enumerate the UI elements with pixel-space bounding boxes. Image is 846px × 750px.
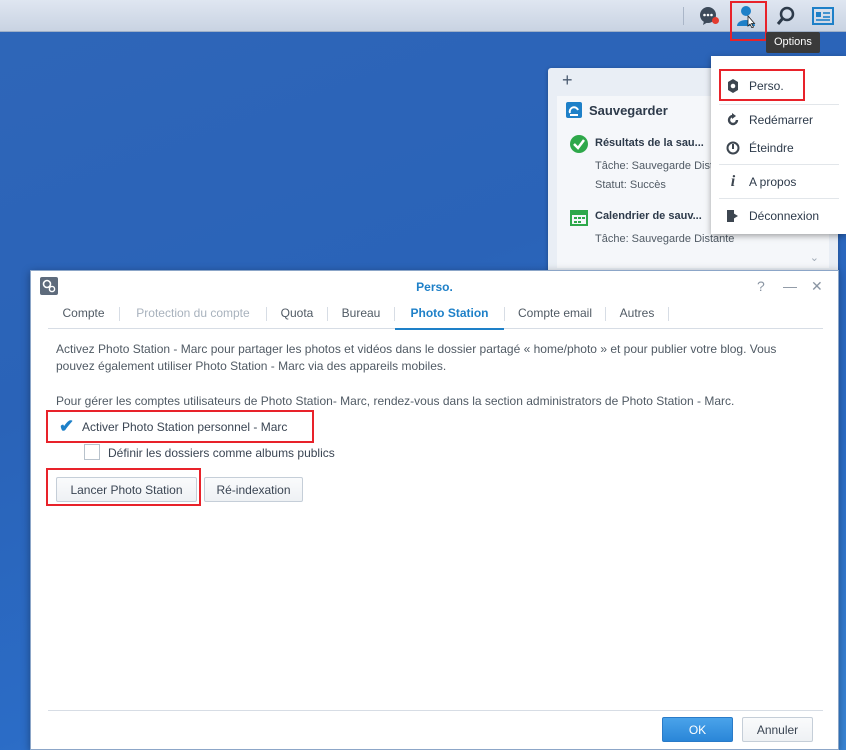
- widgets-icon[interactable]: [811, 4, 835, 28]
- options-tooltip: Options: [766, 32, 820, 53]
- logout-icon: [725, 208, 741, 224]
- public-albums-label[interactable]: Définir les dossiers comme albums public…: [108, 446, 335, 460]
- tab-protection-du-compte: Protection du compte: [136, 306, 250, 320]
- power-icon: [725, 140, 741, 156]
- menu-item-restart[interactable]: Redémarrer: [711, 107, 846, 133]
- menu-item-label: A propos: [749, 175, 797, 189]
- backup-calendar-title: Calendrier de sauv...: [595, 210, 702, 222]
- info-icon: i: [730, 173, 736, 190]
- search-icon[interactable]: [774, 4, 798, 28]
- add-widget-button[interactable]: +: [562, 70, 573, 91]
- menu-item-logout[interactable]: Déconnexion: [711, 203, 846, 229]
- menu-separator: [719, 198, 839, 199]
- menu-item-label: Redémarrer: [749, 113, 814, 127]
- restart-icon: [725, 112, 741, 128]
- backup-icon: [566, 102, 582, 118]
- perso-highlight: [719, 69, 805, 101]
- menu-item-label: Déconnexion: [749, 209, 820, 223]
- tab-autres[interactable]: Autres: [606, 301, 668, 329]
- backup-result-title: Résultats de la sau...: [595, 137, 704, 149]
- taskbar: [0, 0, 846, 32]
- description-line-2: pouvez également utiliser Photo Station …: [56, 359, 447, 373]
- reindex-button[interactable]: Ré-indexation: [204, 477, 303, 502]
- backup-widget-title: Sauvegarder: [565, 101, 668, 119]
- launch-highlight: [46, 468, 201, 506]
- tab-separator: [668, 307, 669, 321]
- footer-divider: [48, 710, 823, 711]
- calendar-icon: [570, 210, 588, 226]
- admin-note: Pour gérer les comptes utilisateurs de P…: [56, 394, 735, 408]
- tab-quota[interactable]: Quota: [267, 301, 327, 329]
- tab-bar: Compte Protection du compte Quota Bureau…: [48, 301, 823, 330]
- menu-separator: [719, 164, 839, 165]
- taskbar-separator: [683, 7, 684, 25]
- activate-highlight: [46, 410, 314, 443]
- minimize-button[interactable]: —: [783, 278, 797, 294]
- chevron-down-icon[interactable]: ⌄: [810, 251, 819, 264]
- success-check-icon: [570, 135, 588, 153]
- menu-item-about[interactable]: i A propos: [711, 169, 846, 195]
- description-line-1: Activez Photo Station - Marc pour partag…: [56, 342, 777, 356]
- dialog-title: Perso.: [416, 280, 453, 294]
- user-icon-highlight: [730, 1, 767, 41]
- public-albums-checkbox[interactable]: [84, 444, 100, 460]
- tab-photo-station[interactable]: Photo Station: [395, 301, 504, 330]
- help-button[interactable]: ?: [757, 278, 765, 294]
- backup-calendar-task: Tâche: Sauvegarde Distante: [595, 233, 735, 245]
- perso-dialog: Perso. ? — ✕ Compte Protection du compte…: [30, 270, 839, 750]
- dialog-header[interactable]: Perso. ? — ✕: [31, 271, 838, 301]
- backup-title-text: Sauvegarder: [589, 102, 668, 118]
- close-button[interactable]: ✕: [811, 278, 823, 295]
- chat-icon[interactable]: [697, 4, 721, 28]
- cancel-button[interactable]: Annuler: [742, 717, 813, 742]
- ok-button[interactable]: OK: [662, 717, 733, 742]
- tab-compte-email[interactable]: Compte email: [505, 301, 605, 329]
- menu-item-label: Éteindre: [749, 141, 794, 155]
- menu-separator: [719, 104, 839, 105]
- tab-compte[interactable]: Compte: [48, 301, 119, 329]
- backup-result-task: Tâche: Sauvegarde Dist: [595, 160, 714, 172]
- tab-bureau[interactable]: Bureau: [328, 301, 394, 329]
- menu-item-shutdown[interactable]: Éteindre: [711, 135, 846, 161]
- backup-result-status: Statut: Succès: [595, 179, 666, 191]
- notification-dot: [712, 17, 719, 24]
